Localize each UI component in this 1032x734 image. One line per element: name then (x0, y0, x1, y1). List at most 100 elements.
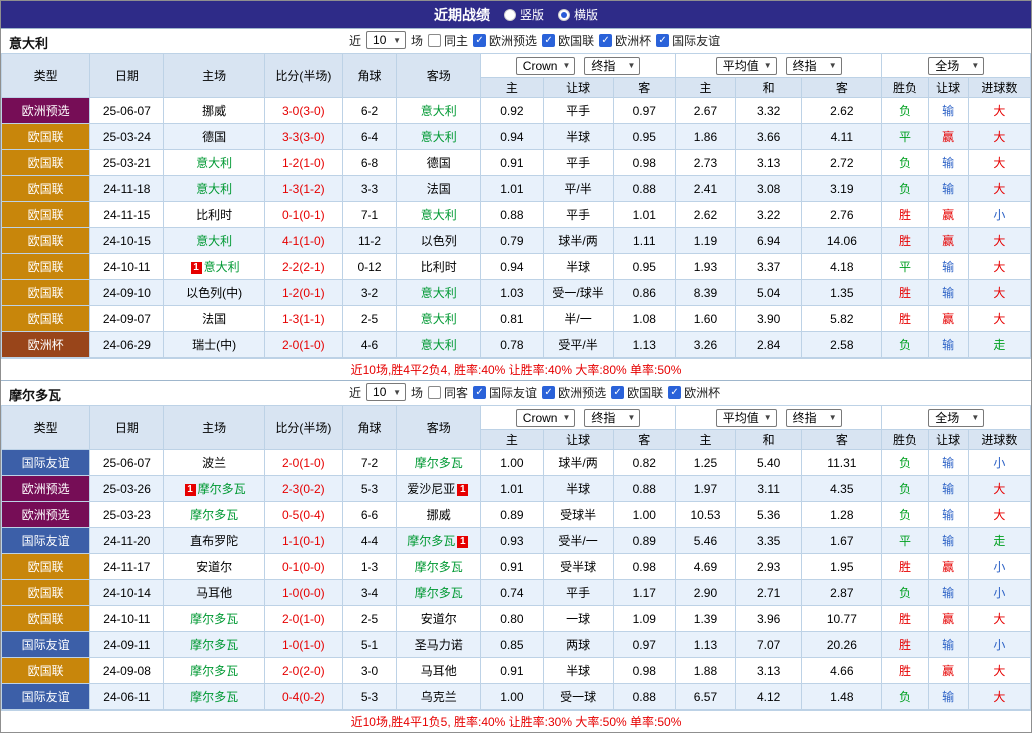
home-team-name[interactable]: 直布罗陀 (190, 534, 238, 548)
home-team-name[interactable]: 摩尔多瓦 (190, 638, 238, 652)
result-cell: 负 (882, 580, 928, 606)
checkbox-icon[interactable]: ✓ (473, 34, 486, 47)
odds-time-select[interactable]: 终指▼ (584, 57, 640, 75)
away-team-name[interactable]: 意大利 (421, 104, 457, 118)
away-team-name[interactable]: 摩尔多瓦 (407, 534, 455, 548)
match-score[interactable]: 1-0(1-0) (264, 632, 342, 658)
competition-filter[interactable]: ✓欧国联 (542, 32, 594, 49)
away-team-name[interactable]: 以色列 (421, 234, 457, 248)
checkbox-icon[interactable]: ✓ (668, 386, 681, 399)
home-team-name[interactable]: 德国 (202, 130, 226, 144)
match-score[interactable]: 3-3(3-0) (264, 124, 342, 150)
chevron-down-icon: ▼ (971, 413, 979, 422)
match-score[interactable]: 2-2(2-1) (264, 254, 342, 280)
away-team-name[interactable]: 德国 (427, 156, 451, 170)
match-score[interactable]: 1-2(0-1) (264, 280, 342, 306)
home-team-name[interactable]: 比利时 (196, 208, 232, 222)
away-team-name[interactable]: 意大利 (421, 130, 457, 144)
match-score[interactable]: 2-0(2-0) (264, 658, 342, 684)
scope-select[interactable]: 全场▼ (928, 57, 984, 75)
match-score[interactable]: 4-1(1-0) (264, 228, 342, 254)
home-team-name[interactable]: 摩尔多瓦 (198, 482, 246, 496)
home-team-name[interactable]: 摩尔多瓦 (190, 690, 238, 704)
avg-time-select[interactable]: 终指▼ (786, 57, 842, 75)
competition-filter[interactable]: ✓欧洲杯 (599, 32, 651, 49)
home-team-name[interactable]: 意大利 (204, 260, 240, 274)
checkbox-icon[interactable]: ✓ (611, 386, 624, 399)
match-score[interactable]: 2-3(0-2) (264, 476, 342, 502)
home-team-name[interactable]: 安道尔 (196, 560, 232, 574)
checkbox-icon[interactable]: ✓ (656, 34, 669, 47)
radio-icon-horizontal[interactable] (558, 9, 570, 21)
average-select[interactable]: 平均值▼ (716, 57, 777, 75)
away-team-name[interactable]: 摩尔多瓦 (415, 560, 463, 574)
home-team-name[interactable]: 摩尔多瓦 (190, 612, 238, 626)
average-select[interactable]: 平均值▼ (716, 409, 777, 427)
competition-filter[interactable]: ✓欧洲预选 (542, 384, 606, 401)
competition-filter[interactable]: ✓欧洲杯 (668, 384, 720, 401)
checkbox-icon[interactable]: ✓ (542, 386, 555, 399)
away-team-name[interactable]: 意大利 (421, 286, 457, 300)
home-team-name[interactable]: 挪威 (202, 104, 226, 118)
away-team-name[interactable]: 比利时 (421, 260, 457, 274)
match-score[interactable]: 3-0(3-0) (264, 98, 342, 124)
checkbox-icon[interactable] (428, 34, 441, 47)
home-team-name[interactable]: 摩尔多瓦 (190, 664, 238, 678)
match-score[interactable]: 2-0(1-0) (264, 332, 342, 358)
match-score[interactable]: 2-0(1-0) (264, 450, 342, 476)
scope-select[interactable]: 全场▼ (928, 409, 984, 427)
match-count-select[interactable]: 10▼ (366, 383, 406, 401)
layout-option-horizontal[interactable]: 横版 (558, 6, 598, 23)
away-team-name[interactable]: 摩尔多瓦 (415, 456, 463, 470)
away-team-name[interactable]: 安道尔 (421, 612, 457, 626)
competition-filter[interactable]: ✓欧国联 (611, 384, 663, 401)
away-team-name[interactable]: 挪威 (427, 508, 451, 522)
away-team-name[interactable]: 摩尔多瓦 (415, 586, 463, 600)
match-score[interactable]: 0-1(0-0) (264, 554, 342, 580)
away-team-name[interactable]: 法国 (427, 182, 451, 196)
home-team-name[interactable]: 瑞士(中) (192, 338, 236, 352)
match-score[interactable]: 1-3(1-1) (264, 306, 342, 332)
home-team-name[interactable]: 波兰 (202, 456, 226, 470)
match-score[interactable]: 0-4(0-2) (264, 684, 342, 710)
away-team-name[interactable]: 意大利 (421, 208, 457, 222)
match-score[interactable]: 1-2(1-0) (264, 150, 342, 176)
layout-option-vertical[interactable]: 竖版 (504, 6, 544, 23)
section-header: 摩尔多瓦 近 10▼ 场 同客 ✓国际友谊✓欧洲预选✓欧国联✓欧洲杯 (1, 381, 1031, 405)
home-team-name[interactable]: 摩尔多瓦 (190, 508, 238, 522)
match-count-select[interactable]: 10▼ (366, 31, 406, 49)
match-score[interactable]: 1-3(1-2) (264, 176, 342, 202)
away-team-name[interactable]: 乌克兰 (421, 690, 457, 704)
odds-company-select[interactable]: Crown▼ (516, 57, 576, 75)
competition-filter[interactable]: ✓欧洲预选 (473, 32, 537, 49)
competition-filter[interactable]: ✓国际友谊 (656, 32, 720, 49)
match-score[interactable]: 1-0(0-0) (264, 580, 342, 606)
away-team-name[interactable]: 圣马力诺 (415, 638, 463, 652)
match-score[interactable]: 0-1(0-1) (264, 202, 342, 228)
away-team-name[interactable]: 马耳他 (421, 664, 457, 678)
odds-time-select[interactable]: 终指▼ (584, 409, 640, 427)
home-team-name[interactable]: 法国 (202, 312, 226, 326)
home-team-name[interactable]: 意大利 (196, 234, 232, 248)
home-team-name[interactable]: 马耳他 (196, 586, 232, 600)
match-score[interactable]: 1-1(0-1) (264, 528, 342, 554)
away-team-name[interactable]: 意大利 (421, 338, 457, 352)
checkbox-icon[interactable]: ✓ (542, 34, 555, 47)
result-cell: 负 (882, 502, 928, 528)
checkbox-icon[interactable]: ✓ (473, 386, 486, 399)
away-team-name[interactable]: 意大利 (421, 312, 457, 326)
match-score[interactable]: 0-5(0-4) (264, 502, 342, 528)
home-team-name[interactable]: 以色列(中) (186, 286, 242, 300)
avg-time-select[interactable]: 终指▼ (786, 409, 842, 427)
home-team-name[interactable]: 意大利 (196, 182, 232, 196)
checkbox-icon[interactable] (428, 386, 441, 399)
competition-filter[interactable]: ✓国际友谊 (473, 384, 537, 401)
odds-company-select[interactable]: Crown▼ (516, 409, 576, 427)
same-venue-filter[interactable]: 同客 (428, 384, 468, 401)
home-team-name[interactable]: 意大利 (196, 156, 232, 170)
radio-icon-vertical[interactable] (504, 9, 516, 21)
same-venue-filter[interactable]: 同主 (428, 32, 468, 49)
away-team-name[interactable]: 爱沙尼亚 (407, 482, 455, 496)
match-score[interactable]: 2-0(1-0) (264, 606, 342, 632)
checkbox-icon[interactable]: ✓ (599, 34, 612, 47)
